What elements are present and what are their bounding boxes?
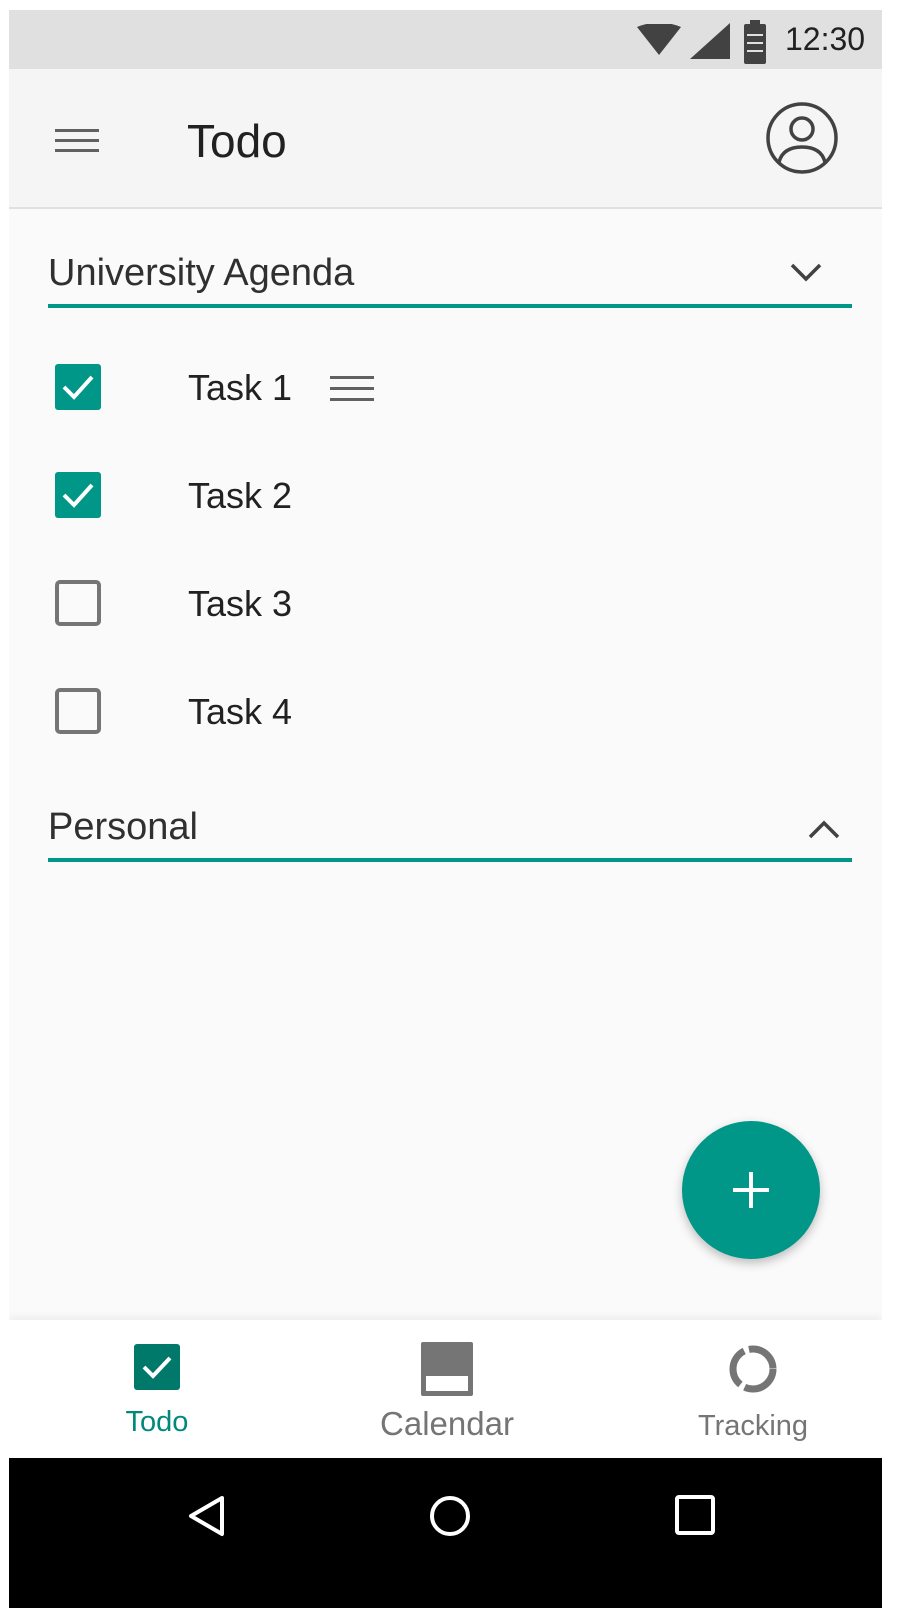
back-icon[interactable] [186, 1494, 226, 1543]
chevron-down-icon[interactable] [788, 254, 824, 290]
nav-label: Calendar [380, 1405, 514, 1442]
wifi-icon [637, 22, 681, 61]
add-task-button[interactable] [682, 1121, 820, 1259]
cell-signal-icon [690, 23, 730, 64]
task-row: Task 1 [48, 348, 748, 428]
task-checkbox-checked[interactable] [55, 472, 101, 518]
nav-label: Todo [125, 1406, 189, 1438]
task-label: Task 2 [188, 475, 293, 516]
task-label: Task 4 [188, 691, 293, 732]
task-checkbox-unchecked[interactable] [55, 580, 101, 626]
home-icon[interactable] [428, 1494, 472, 1543]
task-row: Task 2 [48, 456, 748, 536]
bottom-navigation: Todo Calendar Tracking [9, 1320, 882, 1458]
calendar-icon [421, 1342, 473, 1401]
phone-screen: 12:30 Todo University Agenda Task 1 Task… [9, 10, 882, 1608]
list-selector-label: Personal [48, 806, 198, 848]
hamburger-menu-icon[interactable] [53, 116, 101, 164]
list-selector-label: University Agenda [48, 252, 355, 294]
tracking-ring-icon [728, 1344, 778, 1399]
todo-checkbox-icon [134, 1344, 180, 1395]
account-circle-icon[interactable] [765, 101, 839, 175]
task-label: Task 3 [188, 583, 293, 624]
list-selector-personal[interactable]: Personal [48, 794, 852, 862]
task-label: Task 1 [188, 367, 293, 408]
drag-handle-icon[interactable] [328, 370, 376, 408]
task-row: Task 3 [48, 564, 748, 644]
list-selector-university-agenda[interactable]: University Agenda [48, 240, 852, 308]
status-time: 12:30 [785, 21, 866, 57]
chevron-up-icon[interactable] [806, 812, 842, 848]
nav-label: Tracking [697, 1410, 809, 1442]
task-checkbox-unchecked[interactable] [55, 688, 101, 734]
page-title: Todo [187, 115, 287, 167]
recents-icon[interactable] [674, 1494, 716, 1541]
status-bar: 12:30 [9, 10, 882, 69]
task-checkbox-checked[interactable] [55, 364, 101, 410]
app-bar: Todo [9, 69, 882, 209]
task-row: Task 4 [48, 672, 748, 752]
nav-item-todo[interactable]: Todo [57, 1320, 257, 1458]
nav-item-tracking[interactable]: Tracking [653, 1320, 853, 1458]
plus-icon [733, 1172, 769, 1208]
system-navigation-bar [9, 1458, 882, 1608]
battery-icon [744, 20, 766, 69]
nav-item-calendar[interactable]: Calendar [347, 1320, 547, 1458]
